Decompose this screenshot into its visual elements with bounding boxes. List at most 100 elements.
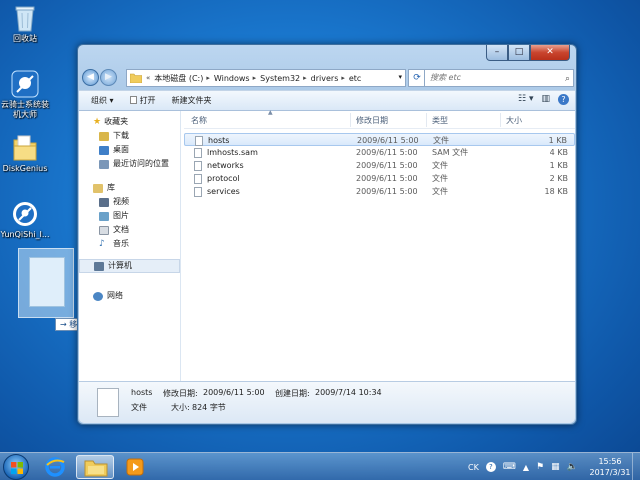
- breadcrumb-drivers[interactable]: drivers: [311, 74, 339, 83]
- file-icon: [194, 148, 202, 158]
- nav-item-network[interactable]: 网络: [79, 289, 180, 303]
- file-row[interactable]: protocol 2009/6/11 5:00 文件 2 KB: [184, 172, 575, 185]
- file-size: 2 KB: [549, 174, 568, 183]
- clock-time: 15:56: [598, 457, 622, 466]
- show-desktop-button[interactable]: [632, 453, 640, 480]
- nav-item-label: 图片: [113, 211, 129, 220]
- organize-button[interactable]: 组织 ▾: [91, 95, 114, 106]
- taskbar-ie[interactable]: [36, 455, 74, 479]
- file-row[interactable]: lmhosts.sam 2009/6/11 5:00 SAM 文件 4 KB: [184, 146, 575, 159]
- preview-pane-icon[interactable]: ▥: [541, 94, 550, 105]
- breadcrumb-system32[interactable]: System32: [260, 74, 300, 83]
- details-created-value: 2009/7/14 10:34: [315, 388, 382, 397]
- desktop-icon-recycle-bin[interactable]: 回收站: [0, 4, 51, 44]
- help-circle-icon[interactable]: ?: [485, 462, 496, 472]
- help-icon[interactable]: ?: [558, 94, 569, 105]
- nav-item-computer[interactable]: 计算机: [79, 259, 180, 273]
- details-size-label: 大小:: [171, 403, 190, 412]
- column-divider[interactable]: [350, 113, 351, 127]
- address-overflow[interactable]: «: [146, 74, 150, 82]
- desktop-icon: [99, 145, 109, 155]
- keyboard-icon[interactable]: ⌨: [503, 462, 516, 472]
- chevron-right-icon[interactable]: ▸: [206, 74, 210, 82]
- network-status-icon[interactable]: ▦: [551, 462, 560, 472]
- file-date: 2009/6/11 5:00: [356, 174, 418, 183]
- breadcrumb-windows[interactable]: Windows: [214, 74, 250, 83]
- back-button[interactable]: ◀: [82, 69, 99, 86]
- library-icon: [93, 183, 103, 193]
- breadcrumb-etc[interactable]: etc: [349, 74, 361, 83]
- desktop-icon-yunqishi[interactable]: 云骑士系统装机大师: [0, 70, 51, 120]
- close-button[interactable]: ✕: [530, 45, 570, 61]
- search-icon[interactable]: ⌕: [565, 71, 570, 87]
- desktop-icon-label: YunQiShi_I...: [0, 230, 50, 239]
- column-headers: 名称 ▲ 修改日期 类型 大小: [184, 109, 575, 129]
- nav-item-favorites[interactable]: ★ 收藏夹: [79, 115, 180, 129]
- volume-icon[interactable]: 🔈: [567, 462, 578, 472]
- details-type: 文件: [131, 403, 147, 412]
- file-icon: [129, 96, 137, 104]
- input-language-indicator[interactable]: CK: [468, 463, 479, 472]
- file-row[interactable]: hosts 2009/6/11 5:00 文件 1 KB: [184, 133, 575, 146]
- show-hidden-icons-icon[interactable]: ▲: [523, 463, 529, 472]
- details-modified-label: 修改日期:: [163, 389, 198, 398]
- file-date: 2009/6/11 5:00: [356, 148, 418, 157]
- chevron-right-icon[interactable]: ▸: [341, 74, 345, 82]
- column-divider[interactable]: [426, 113, 427, 127]
- view-options-icon[interactable]: ☷ ▾: [518, 94, 533, 105]
- nav-item-downloads[interactable]: 下载: [79, 129, 180, 143]
- maximize-button[interactable]: □: [508, 45, 530, 61]
- nav-item-libraries[interactable]: 库: [79, 181, 180, 195]
- chevron-down-icon[interactable]: ▾: [398, 73, 402, 81]
- nav-item-label: 文档: [113, 225, 129, 234]
- start-button[interactable]: [3, 454, 29, 480]
- column-header-date[interactable]: 修改日期: [356, 115, 388, 126]
- nav-item-label: 计算机: [108, 261, 132, 270]
- file-icon: [194, 174, 202, 184]
- column-header-type[interactable]: 类型: [432, 115, 448, 126]
- taskbar-media-player[interactable]: [116, 455, 154, 479]
- view-controls: ☷ ▾ ▥ ?: [518, 94, 569, 105]
- desktop-icon-diskgenius[interactable]: DiskGenius: [0, 134, 51, 174]
- taskbar-explorer[interactable]: [76, 455, 114, 479]
- desktop-icon-yunqishi-installer[interactable]: YunQiShi_I...: [0, 200, 51, 240]
- nav-item-documents[interactable]: 文档: [79, 223, 180, 237]
- file-row[interactable]: networks 2009/6/11 5:00 文件 1 KB: [184, 159, 575, 172]
- file-type: 文件: [432, 187, 448, 196]
- column-header-name[interactable]: 名称: [191, 115, 207, 126]
- chevron-right-icon[interactable]: ▸: [253, 74, 257, 82]
- file-icon: [195, 136, 203, 146]
- forward-button[interactable]: ▶: [100, 69, 117, 86]
- nav-item-pictures[interactable]: 图片: [79, 209, 180, 223]
- new-folder-button[interactable]: 新建文件夹: [172, 95, 212, 106]
- file-icon: [194, 161, 202, 171]
- search-input[interactable]: [430, 73, 555, 82]
- file-row[interactable]: services 2009/6/11 5:00 文件 18 KB: [184, 185, 575, 198]
- chevron-right-icon[interactable]: ▸: [303, 74, 307, 82]
- file-type: SAM 文件: [432, 148, 469, 157]
- nav-group-libraries: 库 视频 图片 文档 ♪ 音乐: [79, 181, 180, 251]
- explorer-window[interactable]: – □ ✕ ◀ ▶ « 本地磁盘 (C:) ▸ Windows ▸ System32…: [77, 44, 577, 425]
- desktop-icon-label: 回收站: [13, 34, 37, 43]
- file-date: 2009/6/11 5:00: [356, 161, 418, 170]
- file-type: 文件: [432, 161, 448, 170]
- column-header-size[interactable]: 大小: [506, 115, 522, 126]
- nav-item-music[interactable]: ♪ 音乐: [79, 237, 180, 251]
- clock[interactable]: 15:56 2017/3/31: [583, 456, 637, 478]
- nav-item-desktop[interactable]: 桌面: [79, 143, 180, 157]
- nav-item-recent[interactable]: 最近访问的位置: [79, 157, 180, 171]
- action-center-flag-icon[interactable]: ⚑: [536, 462, 544, 472]
- nav-item-videos[interactable]: 视频: [79, 195, 180, 209]
- minimize-button[interactable]: –: [486, 45, 508, 61]
- breadcrumb-drive[interactable]: 本地磁盘 (C:): [154, 73, 203, 84]
- file-icon: [194, 187, 202, 197]
- sort-arrow-icon: ▲: [268, 109, 273, 116]
- nav-item-label: 网络: [107, 291, 123, 300]
- column-divider[interactable]: [500, 113, 501, 127]
- computer-icon: [94, 261, 104, 271]
- drag-ghost-file: [18, 248, 74, 318]
- search-box[interactable]: ⌕: [424, 69, 574, 87]
- file-date: 2009/6/11 5:00: [356, 187, 418, 196]
- open-button[interactable]: 打开: [129, 95, 156, 106]
- address-bar[interactable]: « 本地磁盘 (C:) ▸ Windows ▸ System32 ▸ drivers ▸…: [126, 69, 406, 87]
